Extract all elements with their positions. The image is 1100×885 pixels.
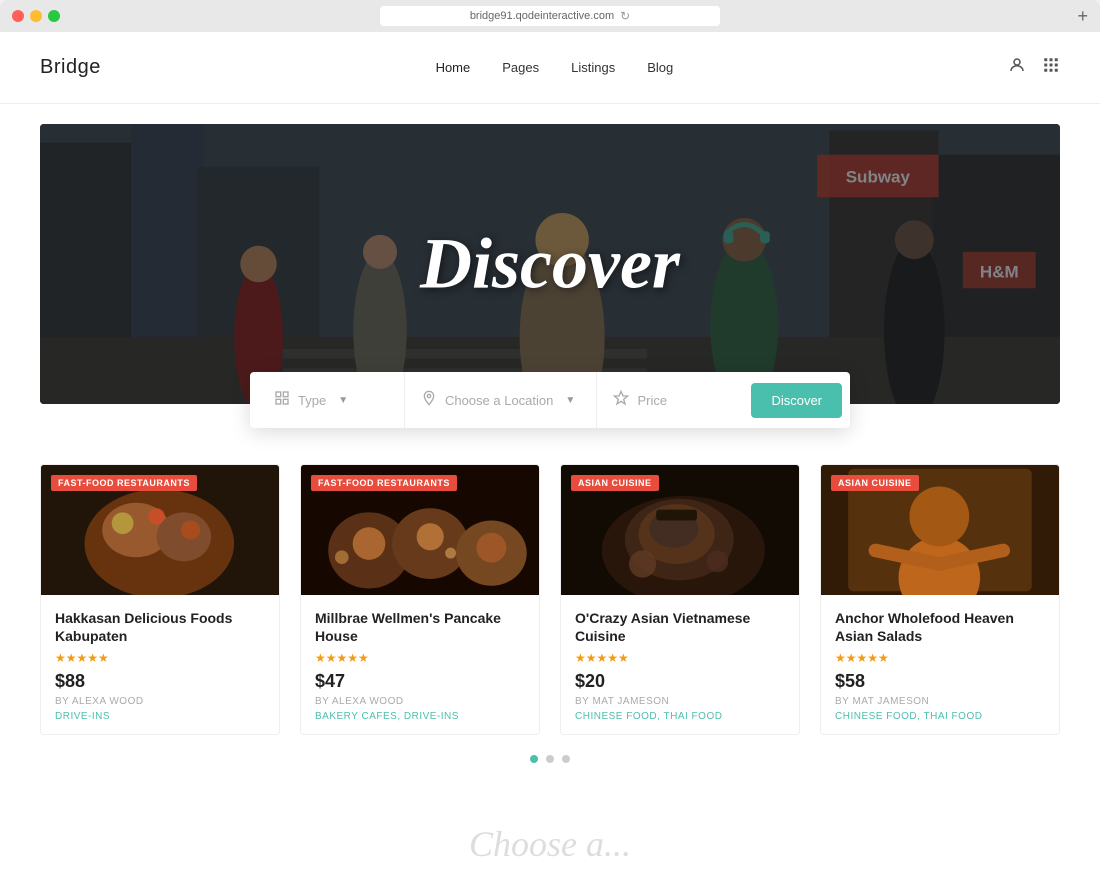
search-bar: Type ▼ Choose a Location ▼ [250,372,850,428]
listing-card-2[interactable]: FAST-FOOD RESTAURANTS Millbrae Wellmen's… [300,464,540,735]
pagination [40,735,1060,773]
nav-home[interactable]: Home [436,60,471,75]
pagination-dot-2[interactable] [546,755,554,763]
new-tab-button[interactable]: + [1077,6,1088,27]
listing-badge-1: FAST-FOOD RESTAURANTS [51,475,197,491]
grid-menu-icon[interactable] [1042,56,1060,79]
user-icon[interactable] [1008,56,1026,79]
listing-image-4: ASIAN CUISINE [821,465,1059,595]
listing-body-1: Hakkasan Delicious Foods Kabupaten ★★★★★… [41,595,279,734]
traffic-lights [12,10,60,22]
nav-pages[interactable]: Pages [502,60,539,75]
listing-title-2: Millbrae Wellmen's Pancake House [315,609,525,645]
location-icon [421,390,437,411]
type-field[interactable]: Type ▼ [258,372,405,428]
navigation: Bridge Home Pages Listings Blog [0,32,1100,104]
listing-image-3: ASIAN CUISINE [561,465,799,595]
fullscreen-button[interactable] [48,10,60,22]
listing-tags-4: CHINESE FOOD, THAI FOOD [835,711,1045,722]
listing-stars-2: ★★★★★ [315,651,525,665]
listing-title-4: Anchor Wholefood Heaven Asian Salads [835,609,1045,645]
browser-chrome: bridge91.qodeinteractive.com ↻ + [0,0,1100,32]
type-label: Type [298,393,326,408]
pagination-dot-3[interactable] [562,755,570,763]
listing-body-4: Anchor Wholefood Heaven Asian Salads ★★★… [821,595,1059,734]
hero-image: Subway H&M Discover [40,124,1060,404]
url-bar[interactable]: bridge91.qodeinteractive.com ↻ [380,6,720,26]
price-icon [613,390,629,411]
listing-tags-2: BAKERY CAFES, DRIVE-INS [315,711,525,722]
listing-tags-1: DRIVE-INS [55,711,265,722]
listing-card-1[interactable]: FAST-FOOD RESTAURANTS Hakkasan Delicious… [40,464,280,735]
listing-price-1: $88 [55,671,265,692]
listing-title-3: O'Crazy Asian Vietnamese Cuisine [575,609,785,645]
listing-badge-2: FAST-FOOD RESTAURANTS [311,475,457,491]
site-logo[interactable]: Bridge [40,56,101,79]
listing-image-2: FAST-FOOD RESTAURANTS [301,465,539,595]
listing-badge-4: ASIAN CUISINE [831,475,919,491]
listing-author-1: BY ALEXA WOOD [55,696,265,707]
reload-icon[interactable]: ↻ [620,9,630,23]
close-button[interactable] [12,10,24,22]
listing-body-2: Millbrae Wellmen's Pancake House ★★★★★ $… [301,595,539,734]
listing-author-4: BY MAT JAMESON [835,696,1045,707]
listing-author-2: BY ALEXA WOOD [315,696,525,707]
listing-price-3: $20 [575,671,785,692]
listing-badge-3: ASIAN CUISINE [571,475,659,491]
minimize-button[interactable] [30,10,42,22]
listing-stars-1: ★★★★★ [55,651,265,665]
type-dropdown-icon: ▼ [338,395,348,406]
listing-price-4: $58 [835,671,1045,692]
listing-card-3[interactable]: ASIAN CUISINE O'Crazy Asian Vietnamese C… [560,464,800,735]
listing-stars-4: ★★★★★ [835,651,1045,665]
listings-section: FAST-FOOD RESTAURANTS Hakkasan Delicious… [0,404,1100,803]
listing-tags-3: CHINESE FOOD, THAI FOOD [575,711,785,722]
listings-grid: FAST-FOOD RESTAURANTS Hakkasan Delicious… [40,464,1060,735]
nav-links: Home Pages Listings Blog [436,60,674,75]
listing-author-3: BY MAT JAMESON [575,696,785,707]
hero-section: Subway H&M Discover [40,124,1060,404]
discover-button[interactable]: Discover [751,383,842,418]
location-dropdown-icon: ▼ [565,395,575,406]
pagination-dot-1[interactable] [530,755,538,763]
price-field[interactable]: Price [597,372,743,428]
listing-image-1: FAST-FOOD RESTAURANTS [41,465,279,595]
listing-body-3: O'Crazy Asian Vietnamese Cuisine ★★★★★ $… [561,595,799,734]
listing-price-2: $47 [315,671,525,692]
location-label: Choose a Location [445,393,553,408]
price-label: Price [637,393,667,408]
section-title-hint: Choose a... [0,803,1100,885]
website: Bridge Home Pages Listings Blog [0,32,1100,885]
hero-title: Discover [420,223,680,306]
type-icon [274,390,290,411]
listing-stars-3: ★★★★★ [575,651,785,665]
listing-card-4[interactable]: ASIAN CUISINE Anchor Wholefood Heaven As… [820,464,1060,735]
nav-blog[interactable]: Blog [647,60,673,75]
url-text: bridge91.qodeinteractive.com [470,10,614,22]
location-field[interactable]: Choose a Location ▼ [405,372,598,428]
browser-titlebar: bridge91.qodeinteractive.com ↻ + [0,10,1100,32]
nav-listings[interactable]: Listings [571,60,615,75]
nav-icons [1008,56,1060,79]
listing-title-1: Hakkasan Delicious Foods Kabupaten [55,609,265,645]
